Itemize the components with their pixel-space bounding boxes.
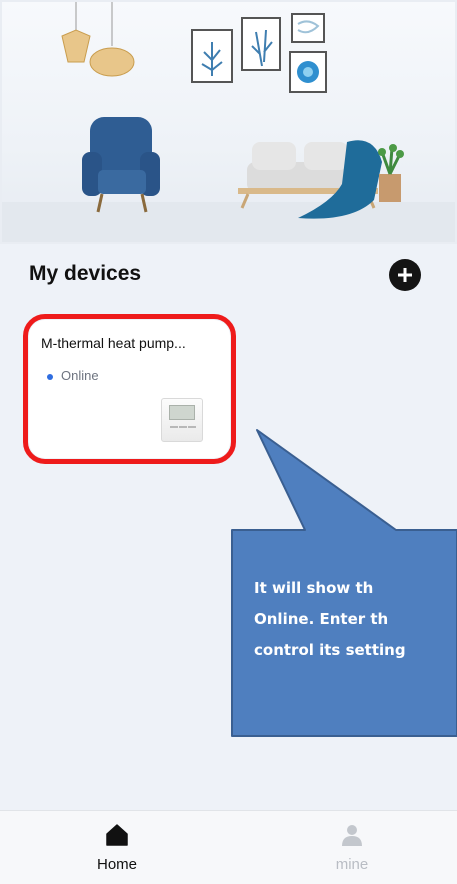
user-icon bbox=[342, 825, 362, 846]
hero-banner bbox=[0, 0, 457, 244]
living-room-illustration bbox=[2, 2, 455, 242]
callout-line: It will show th bbox=[254, 579, 374, 597]
nav-home[interactable]: Home bbox=[57, 811, 177, 884]
callout-text-area: It will show th Online. Enter th control… bbox=[232, 530, 457, 736]
page-title: My devices bbox=[29, 262, 142, 285]
nav-home-label: Home bbox=[96, 856, 137, 873]
add-device-button[interactable] bbox=[389, 259, 421, 291]
nav-mine-label: mine bbox=[335, 856, 369, 873]
home-icon bbox=[106, 824, 128, 846]
nav-mine[interactable]: mine bbox=[292, 811, 412, 884]
device-card[interactable]: M-thermal heat pump... Online bbox=[29, 320, 230, 458]
device-status: Online bbox=[61, 368, 99, 383]
status-dot bbox=[47, 374, 53, 380]
device-name: M-thermal heat pump... bbox=[41, 335, 186, 351]
callout-line: control its setting bbox=[254, 641, 406, 659]
bottom-navigation: Home mine bbox=[0, 810, 457, 884]
callout-line: Online. Enter th bbox=[254, 610, 389, 628]
thermostat-icon bbox=[161, 398, 203, 442]
